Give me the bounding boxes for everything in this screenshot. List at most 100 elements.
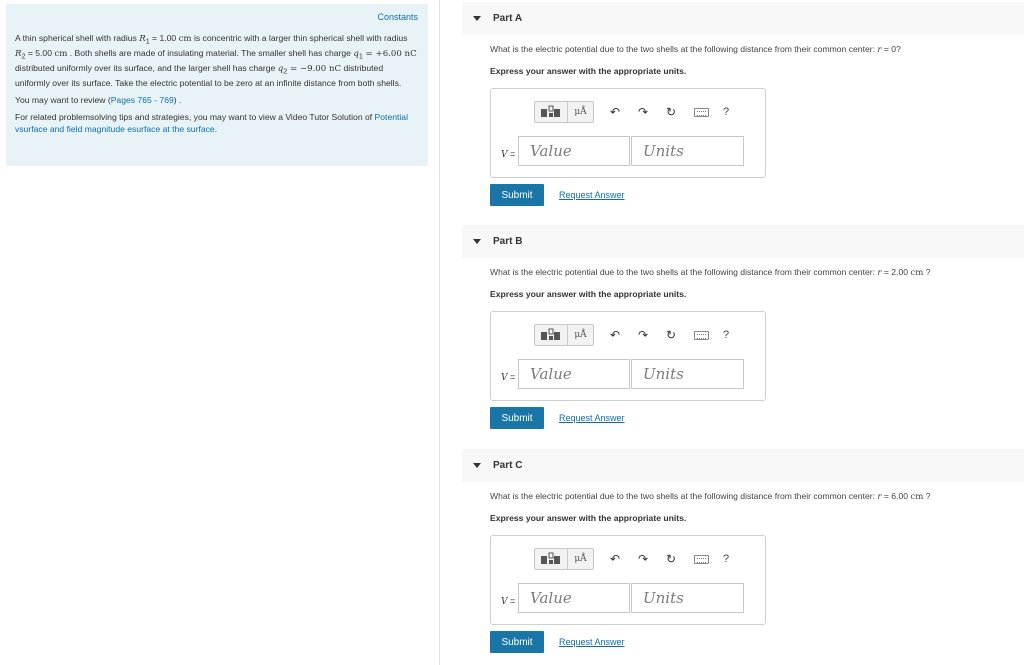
undo-icon[interactable]: ↶ [608, 328, 622, 342]
variable-label: V = [501, 149, 515, 160]
answer-box: μÅ ↶ ↷ ↻ ? V = Value Units [490, 311, 766, 401]
question-suffix: ? [896, 44, 901, 54]
review-prefix: You may want to review ( [15, 95, 111, 106]
collapse-caret-icon[interactable] [473, 463, 481, 468]
units-icon: μÅ [574, 107, 587, 117]
part-title: Part B [493, 236, 523, 247]
tips-prefix: For related problemsolving tips and stra… [15, 112, 375, 123]
templates-button[interactable] [534, 101, 568, 123]
r-value: = 0 [881, 44, 897, 54]
value-input[interactable]: Value [518, 136, 630, 166]
value-input[interactable]: Value [518, 583, 630, 613]
question-text: What is the electric potential due to th… [490, 491, 931, 502]
equals-sign: = [507, 372, 516, 382]
left-panel: Constants A thin spherical shell with ra… [0, 0, 440, 665]
problem-text: = 1.00 [149, 33, 179, 44]
math-toolbar: μÅ ↶ ↷ ↻ ? [534, 324, 729, 346]
submit-button[interactable]: Submit [490, 184, 544, 206]
r-value: = 2.00 [881, 267, 911, 277]
units-input[interactable]: Units [631, 136, 744, 166]
equals-sign: = [507, 149, 516, 159]
reset-icon[interactable]: ↻ [664, 552, 678, 566]
part-section-c: Part C What is the electric potential du… [462, 449, 1024, 653]
collapse-caret-icon[interactable] [473, 16, 481, 21]
problem-text: distributed uniformly over its surface, … [15, 63, 278, 74]
units-input[interactable]: Units [631, 583, 744, 613]
units-input[interactable]: Units [631, 359, 744, 389]
part-header[interactable]: Part C [462, 449, 1024, 482]
redo-icon[interactable]: ↷ [636, 552, 650, 566]
templates-button[interactable] [534, 324, 568, 346]
part-title: Part A [493, 13, 523, 24]
units-button[interactable]: μÅ [568, 101, 594, 123]
problem-text: is concentric with a larger thin spheric… [191, 33, 408, 44]
help-icon[interactable]: ? [723, 553, 729, 565]
r-unit: cm [910, 268, 924, 278]
request-answer-link[interactable]: Request Answer [559, 190, 625, 200]
q1-value: = +6.00 nC [362, 49, 417, 60]
express-instruction: Express your answer with the appropriate… [490, 513, 687, 523]
r-unit: cm [910, 492, 924, 502]
question-prefix: What is the electric potential due to th… [490, 267, 878, 277]
keyboard-icon[interactable] [694, 330, 709, 340]
math-toolbar: μÅ ↶ ↷ ↻ ? [534, 101, 729, 123]
problem-text: = 5.00 [25, 48, 55, 59]
reset-icon[interactable]: ↻ [664, 328, 678, 342]
part-section-a: Part A What is the electric potential du… [462, 2, 1024, 206]
part-title: Part C [493, 460, 523, 471]
question-text: What is the electric potential due to th… [490, 267, 931, 278]
tips-suffix: . [214, 123, 218, 134]
problem-text: . Both shells are made of insulating mat… [67, 48, 354, 59]
math-toolbar: μÅ ↶ ↷ ↻ ? [534, 548, 729, 570]
part-section-b: Part B What is the electric potential du… [462, 225, 1024, 429]
r2-unit: cm [54, 49, 68, 60]
help-icon[interactable]: ? [723, 106, 729, 118]
constants-link[interactable]: Constants [15, 12, 418, 23]
request-answer-link[interactable]: Request Answer [559, 413, 625, 423]
answer-box: μÅ ↶ ↷ ↻ ? V = Value Units [490, 535, 766, 625]
templates-icon [541, 105, 560, 117]
redo-icon[interactable]: ↷ [636, 105, 650, 119]
question-suffix: ? [923, 267, 931, 277]
submit-button[interactable]: Submit [490, 407, 544, 429]
units-button[interactable]: μÅ [568, 548, 594, 570]
collapse-caret-icon[interactable] [473, 239, 481, 244]
submit-button[interactable]: Submit [490, 631, 544, 653]
express-instruction: Express your answer with the appropriate… [490, 289, 687, 299]
request-answer-link[interactable]: Request Answer [559, 637, 625, 647]
q2-value: = −9.00 nC [287, 64, 342, 75]
question-prefix: What is the electric potential due to th… [490, 491, 878, 501]
undo-icon[interactable]: ↶ [608, 552, 622, 566]
problem-statement: A thin spherical shell with radius R1 = … [15, 33, 418, 89]
units-icon: μÅ [574, 330, 587, 340]
problem-info-box: Constants A thin spherical shell with ra… [6, 4, 428, 166]
help-icon[interactable]: ? [723, 329, 729, 341]
units-icon: μÅ [574, 554, 587, 564]
review-suffix: ) . [173, 95, 182, 106]
question-prefix: What is the electric potential due to th… [490, 44, 878, 54]
redo-icon[interactable]: ↷ [636, 328, 650, 342]
problem-text: A thin spherical shell with radius [15, 33, 140, 44]
r1-unit: cm [178, 34, 192, 45]
r-value: = 6.00 [881, 491, 911, 501]
review-pages-link[interactable]: Pages 765 - 769 [111, 95, 174, 105]
templates-icon [541, 328, 560, 340]
reset-icon[interactable]: ↻ [664, 105, 678, 119]
variable-label: V = [501, 372, 515, 383]
templates-icon [541, 552, 560, 564]
review-note: You may want to review (Pages 765 - 769)… [15, 95, 418, 106]
part-header[interactable]: Part B [462, 225, 1024, 258]
value-input[interactable]: Value [518, 359, 630, 389]
tips-note: For related problemsolving tips and stra… [15, 112, 418, 134]
undo-icon[interactable]: ↶ [608, 105, 622, 119]
keyboard-icon[interactable] [694, 107, 709, 117]
keyboard-icon[interactable] [694, 554, 709, 564]
part-header[interactable]: Part A [462, 2, 1024, 35]
question-text: What is the electric potential due to th… [490, 44, 901, 55]
question-suffix: ? [923, 491, 931, 501]
equals-sign: = [507, 596, 516, 606]
answer-box: μÅ ↶ ↷ ↻ ? V = Value Units [490, 88, 766, 178]
express-instruction: Express your answer with the appropriate… [490, 66, 687, 76]
templates-button[interactable] [534, 548, 568, 570]
units-button[interactable]: μÅ [568, 324, 594, 346]
